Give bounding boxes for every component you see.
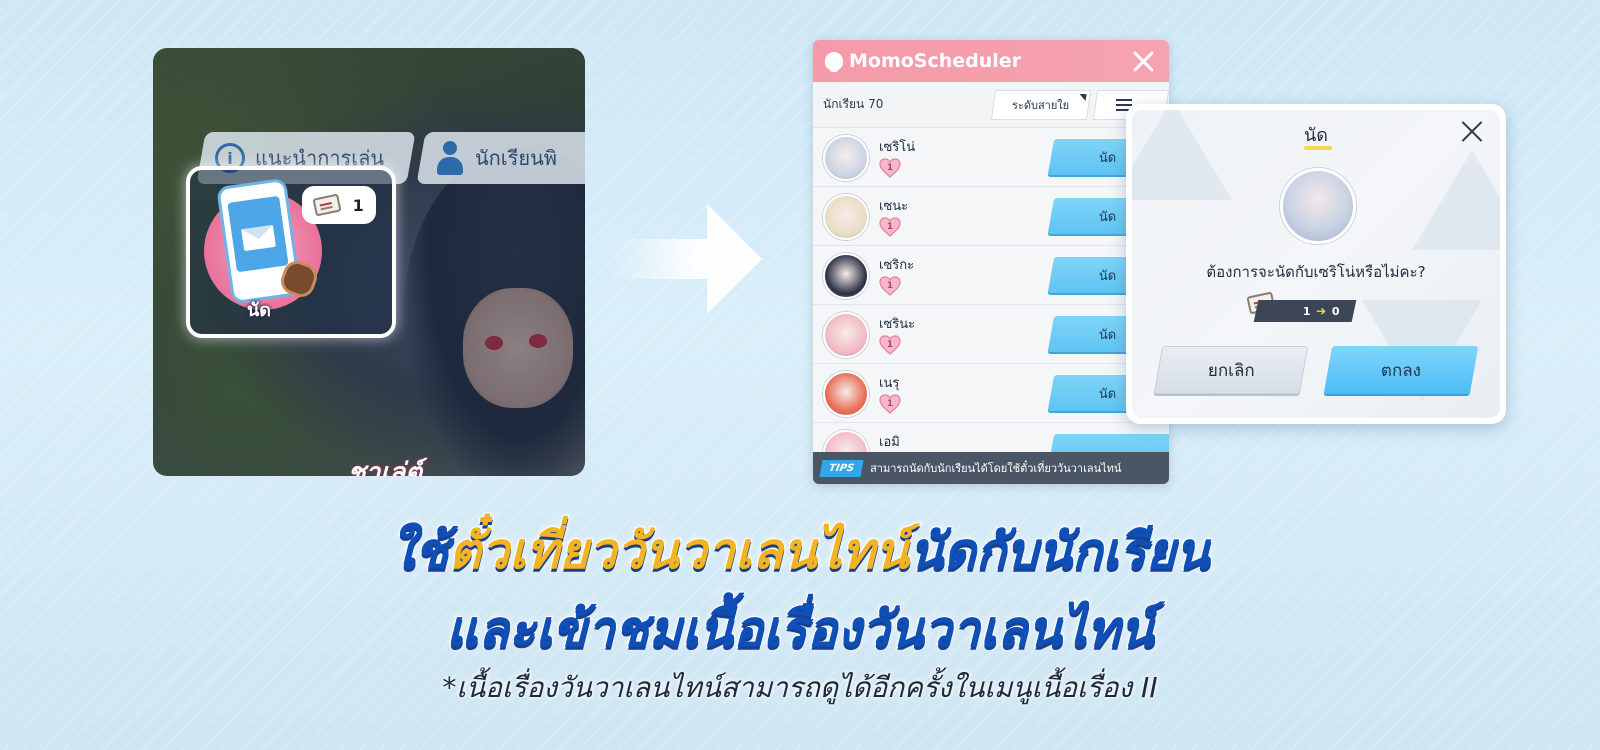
student-name: เซริโน่ [879, 140, 916, 155]
student-name: เซนะ [879, 199, 909, 214]
student-row: เนรุ 1 นัด [813, 364, 1169, 423]
date-button-label: นัด [1099, 386, 1117, 402]
momo-scheduler-panel: MomoScheduler นักเรียน 70 ระดับสายใย เซร… [813, 40, 1169, 484]
student-name: เซรินะ [879, 317, 916, 332]
student-count: นักเรียน 70 [823, 97, 884, 111]
student-row: เซรินะ 1 นัด [813, 305, 1169, 364]
affection-level: 1 [886, 280, 894, 291]
affection-level: 1 [886, 221, 894, 232]
phone-screen [227, 195, 289, 273]
student-name: เซริกะ [879, 258, 915, 273]
close-icon[interactable] [1131, 49, 1155, 73]
affection-level: 1 [886, 162, 894, 173]
date-button-label: นัด [1099, 150, 1117, 166]
confirm-message: ต้องการจะนัดกับเซริโน่หรือไม่คะ? [1206, 263, 1426, 281]
dialog-title: นัด [1304, 125, 1328, 146]
ok-button-label: ตกลง [1380, 360, 1422, 381]
ok-button[interactable]: ตกลง [1323, 346, 1479, 394]
caption-note: *เนื้อเรื่องวันวาเลนไทน์สามารถดูได้อีกคร… [442, 671, 1158, 704]
person-icon [435, 141, 465, 175]
ticket-count: 1 [352, 195, 364, 215]
heart-icon: 1 [879, 335, 901, 355]
caption-text: ใช้ [389, 521, 449, 581]
student-avatar [823, 135, 869, 181]
date-menu-tile[interactable]: 1 นัด [186, 166, 396, 338]
student-row: เซริกะ 1 นัด [813, 246, 1169, 305]
caption-line-2: และเข้าชมเนื้อเรื่องวันวาเลนไทน์ [445, 599, 1155, 659]
caption-line-1: ใช้ตั๋วเที่ยววันวาเลนไทน์นัดกับนักเรียน [0, 512, 1600, 591]
ticket-to: 0 [1332, 304, 1340, 318]
caption-highlight: ตั๋วเที่ยววันวาเลนไทน์ [448, 521, 911, 581]
student-name: เอมิ [879, 435, 900, 450]
momo-title: MomoScheduler [849, 50, 1022, 72]
ticket-cost-pill: 1 ➔ 0 [1253, 300, 1357, 322]
arrow-right-icon: ➔ [1316, 304, 1327, 318]
date-confirm-dialog: นัด ต้องการจะนัดกับเซริโน่หรือไม่คะ? 1 ➔… [1126, 104, 1506, 424]
momotalk-logo-icon [825, 52, 843, 72]
sort-label: ระดับสายใย [1012, 99, 1070, 112]
date-tile-label: นัด [247, 300, 271, 321]
student-avatar [823, 371, 869, 417]
student-row: เซนะ 1 นัด [813, 187, 1169, 246]
student-avatar [1280, 168, 1356, 244]
bg-triangle [1412, 150, 1500, 250]
student-row: เซริโน่ 1 นัด [813, 128, 1169, 187]
ticket-from: 1 [1302, 304, 1311, 318]
heart-icon: 1 [879, 276, 901, 296]
tips-bar: TIPS สามารถนัดกับนักเรียนได้โดยใช้ตั๋วเท… [813, 452, 1169, 484]
heart-icon: 1 [879, 394, 901, 414]
student-avatar [823, 253, 869, 299]
dialog-body: นัด ต้องการจะนัดกับเซริโน่หรือไม่คะ? 1 ➔… [1132, 110, 1500, 418]
student-button-label: นักเรียนพิ [475, 146, 557, 170]
date-button-label: นัด [1099, 327, 1117, 343]
title-underline [1304, 146, 1332, 150]
envelope-icon [241, 224, 276, 252]
caption-text: นัดกับนักเรียน [908, 521, 1211, 581]
student-avatar [823, 312, 869, 358]
ticket-icon [312, 193, 342, 217]
heart-icon: 1 [879, 158, 901, 178]
date-button-label: นัด [1099, 209, 1117, 225]
close-icon[interactable] [1460, 120, 1484, 144]
heart-icon: 1 [879, 217, 901, 237]
cancel-button[interactable]: ยกเลิก [1153, 346, 1309, 394]
date-button-label: นัด [1099, 268, 1117, 284]
student-avatar [823, 194, 869, 240]
student-button[interactable]: นักเรียนพิ [416, 132, 585, 184]
student-name: เนรุ [879, 376, 900, 391]
sort-dropdown[interactable]: ระดับสายใย [990, 90, 1092, 120]
affection-level: 1 [886, 339, 894, 350]
right-arrow-icon [612, 204, 772, 314]
momo-header: MomoScheduler [813, 40, 1169, 82]
tips-text: สามารถนัดกับนักเรียนได้โดยใช้ตั๋วเที่ยวว… [870, 462, 1122, 475]
ticket-count-bubble: 1 [302, 186, 376, 224]
cancel-button-label: ยกเลิก [1207, 360, 1255, 381]
cafe-sign: ชาเล่ต์ [348, 458, 422, 476]
affection-level: 1 [886, 398, 894, 409]
tips-badge: TIPS [819, 459, 864, 477]
momo-toolbar: นักเรียน 70 ระดับสายใย [813, 82, 1169, 128]
